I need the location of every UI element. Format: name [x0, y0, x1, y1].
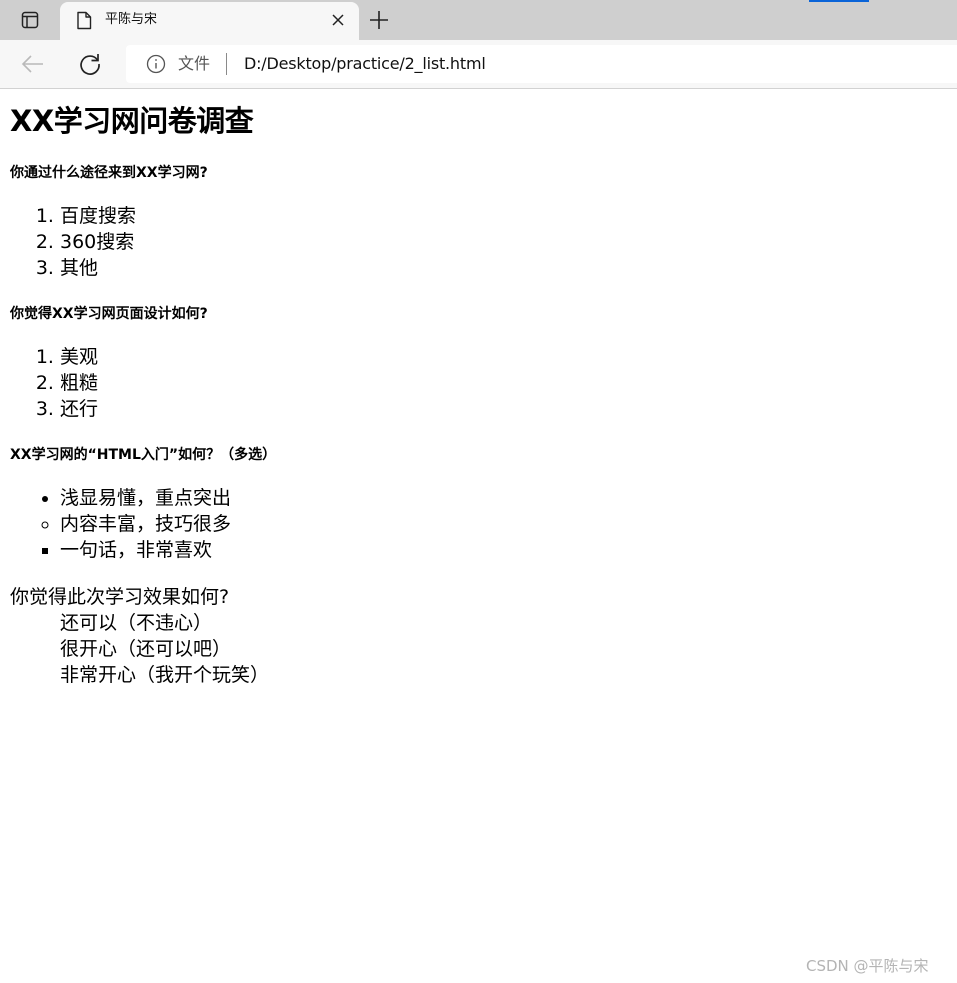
definition-item: 非常开心（我开个玩笑）: [60, 664, 270, 686]
back-arrow-icon[interactable]: [20, 52, 46, 76]
list-item: 其他: [60, 255, 940, 281]
address-separator: [226, 53, 227, 75]
active-tab[interactable]: 平陈与宋: [60, 2, 359, 40]
list-item: 美观: [60, 344, 940, 370]
tab-strip: 平陈与宋: [0, 0, 957, 40]
list-item: 浅显易懂，重点突出: [60, 485, 940, 511]
list-item: 内容丰富，技巧很多: [60, 511, 940, 537]
definition-item: 还可以（不违心）: [60, 612, 213, 634]
watermark: CSDN @平陈与宋: [806, 957, 929, 975]
question-1-options: 百度搜索 360搜索 其他: [10, 203, 940, 281]
tabstrip-accent: [809, 0, 869, 2]
tab-actions-icon: [21, 11, 39, 29]
page-title: XX学习网问卷调查: [10, 104, 254, 138]
question-4-term: 你觉得此次学习效果如何?: [10, 586, 230, 608]
question-3: XX学习网的“HTML入门”如何？（多选）: [10, 447, 277, 463]
list-item: 粗糙: [60, 370, 940, 396]
list-item: 一句话，非常喜欢: [60, 537, 940, 563]
list-item: 360搜索: [60, 229, 940, 255]
list-item: 百度搜索: [60, 203, 940, 229]
question-2: 你觉得XX学习网页面设计如何?: [10, 306, 208, 322]
close-tab-icon[interactable]: [329, 11, 347, 29]
info-icon[interactable]: [146, 54, 166, 74]
definition-item: 很开心（还可以吧）: [60, 638, 232, 660]
browser-toolbar: 文件 D:/Desktop/practice/2_list.html: [0, 40, 957, 89]
reload-icon[interactable]: [77, 51, 103, 77]
tab-title: 平陈与宋: [105, 12, 158, 27]
question-2-options: 美观 粗糙 还行: [10, 344, 940, 422]
address-scheme-label: 文件: [178, 54, 211, 73]
address-bar[interactable]: 文件 D:/Desktop/practice/2_list.html: [126, 45, 957, 83]
page-content: XX学习网问卷调查 你通过什么途径来到XX学习网? 百度搜索 360搜索 其他 …: [10, 88, 940, 688]
new-tab-button[interactable]: [366, 7, 392, 33]
page-icon: [77, 11, 92, 30]
question-1: 你通过什么途径来到XX学习网?: [10, 165, 208, 181]
plus-icon: [370, 11, 388, 29]
address-url[interactable]: D:/Desktop/practice/2_list.html: [244, 54, 486, 74]
tab-actions-button[interactable]: [0, 0, 60, 40]
question-4-definition-list: 你觉得此次学习效果如何? 还可以（不违心） 很开心（还可以吧） 非常开心（我开个…: [10, 584, 940, 688]
list-item: 还行: [60, 396, 940, 422]
question-3-options: 浅显易懂，重点突出 内容丰富，技巧很多 一句话，非常喜欢: [10, 485, 940, 563]
